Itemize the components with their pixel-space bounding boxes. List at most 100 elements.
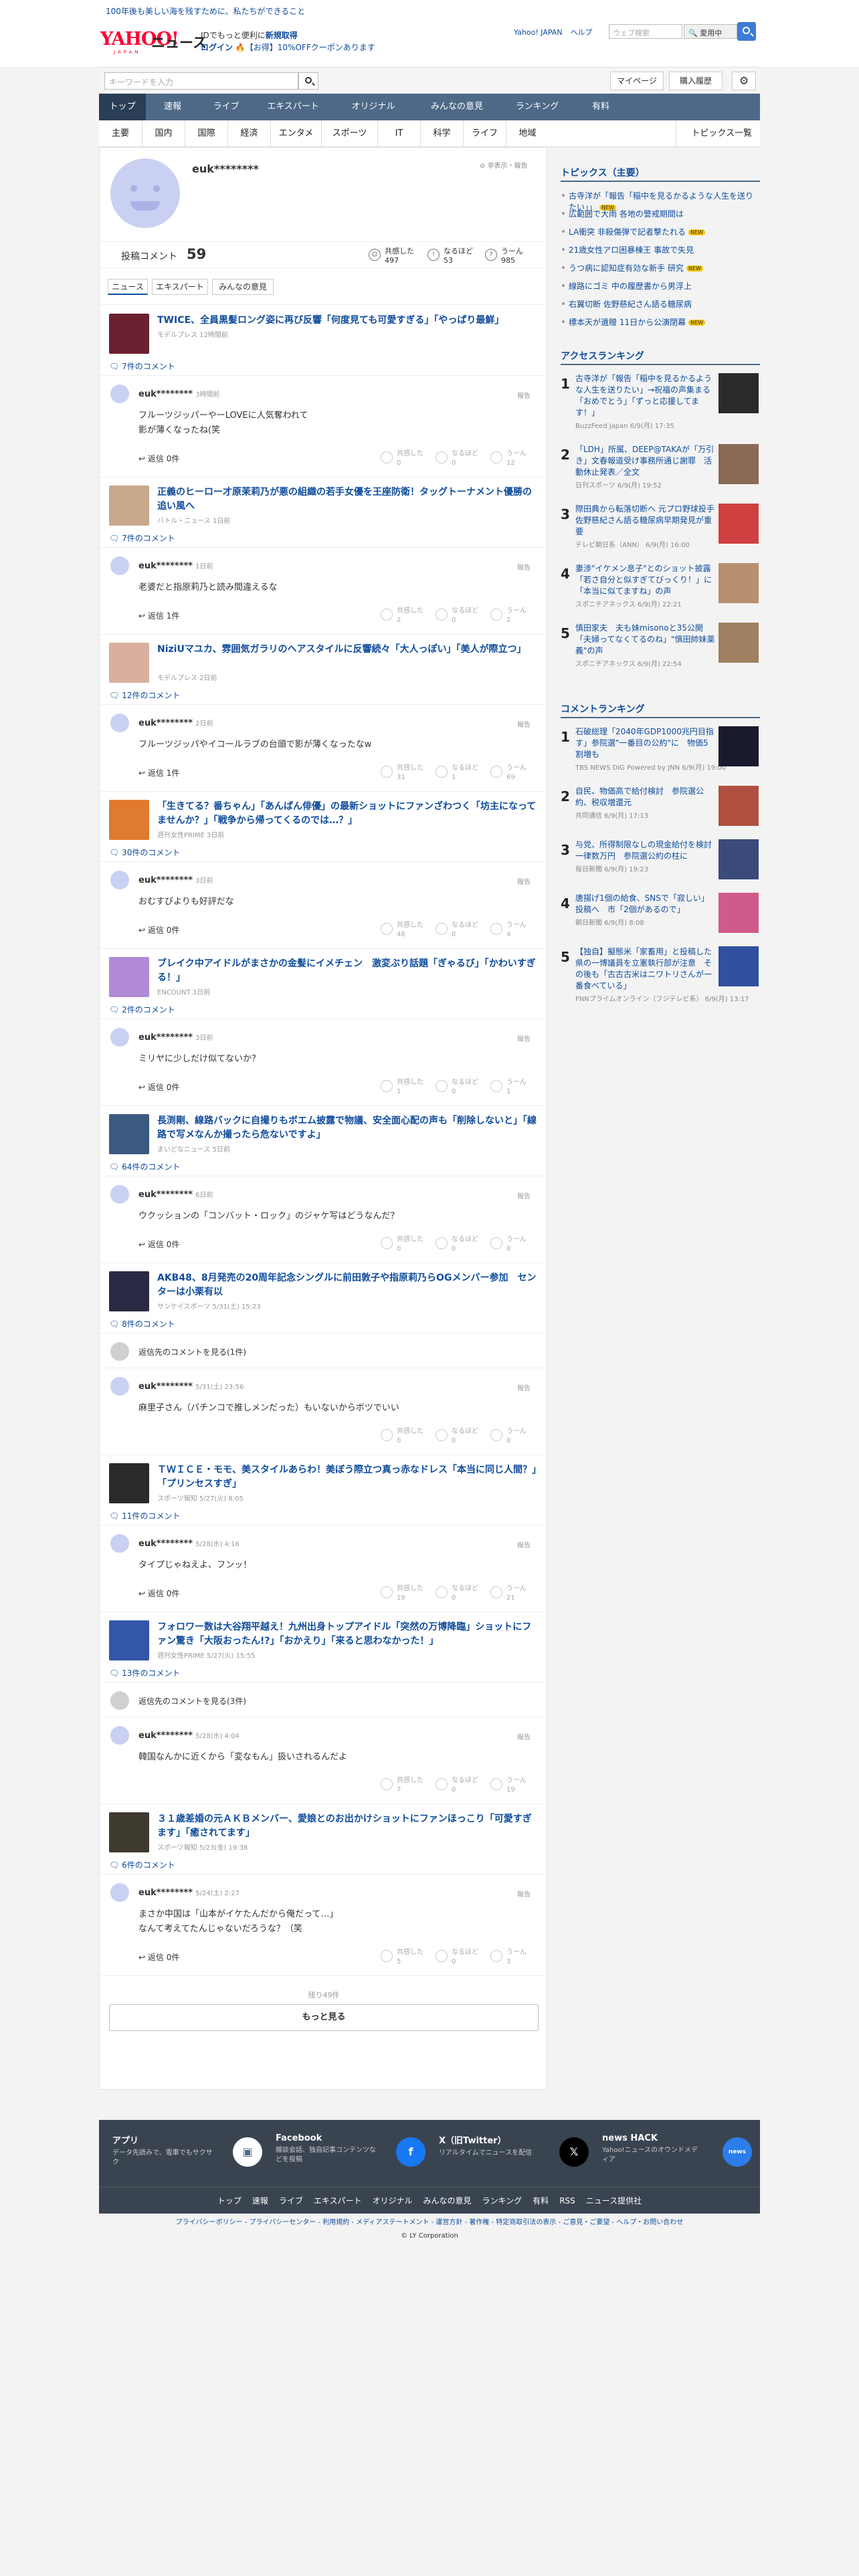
article-thumbnail[interactable] bbox=[109, 643, 149, 683]
login-link[interactable]: ログイン bbox=[201, 43, 233, 52]
cat-life[interactable]: ライフ bbox=[463, 120, 506, 147]
ranking-item[interactable]: 4 妻渉"イケメン息子"とのショット披露「若さ自分と似すぎてびっくり！」に「本当に… bbox=[561, 563, 760, 630]
rank-title[interactable]: 与党、所得制限なしの現金給付を検討 一律数万円 参院選公約の柱に bbox=[575, 839, 720, 862]
cat-science[interactable]: 科学 bbox=[420, 120, 463, 147]
coupon-link[interactable]: 【お得】10%OFFクーポンあります bbox=[246, 43, 375, 52]
topic-item[interactable]: うつ病に認知症有効な新手 研究 NEW bbox=[561, 262, 760, 274]
keyword-search-button[interactable] bbox=[298, 72, 318, 90]
topic-item[interactable]: 右翼切断 佐野慈紀さん語る糖尿病 bbox=[561, 298, 760, 310]
reaction-insight-button[interactable]: なるほど 1 bbox=[436, 762, 489, 783]
cat-it[interactable]: IT bbox=[377, 120, 420, 147]
topic-item[interactable]: LA衝突 非殺傷弾で記者撃たれる NEW bbox=[561, 226, 760, 237]
comment-count-link[interactable]: 🗨 6件のコメント bbox=[109, 1859, 175, 1870]
gnav-original[interactable]: オリジナル bbox=[333, 94, 413, 120]
reaction-agree-button[interactable]: 共感した 0 bbox=[381, 447, 434, 469]
comment-author[interactable]: euk******** 3日前 bbox=[138, 1032, 213, 1043]
article-thumbnail[interactable] bbox=[109, 1463, 149, 1503]
reaction-insight-button[interactable]: なるほど 0 bbox=[436, 1425, 489, 1446]
article-thumbnail[interactable] bbox=[109, 800, 149, 840]
reaction-hmm-button[interactable]: うーん 1 bbox=[490, 1076, 544, 1097]
mypage-button[interactable]: マイページ bbox=[610, 72, 664, 90]
reaction-hmm-button[interactable]: うーん 12 bbox=[490, 447, 544, 469]
rank-thumbnail[interactable] bbox=[719, 839, 759, 879]
gnav-opinion[interactable]: みんなの意見 bbox=[413, 94, 500, 120]
article-title[interactable]: TWICE、全員黒髪ロング姿に再び反響「何度見ても可愛すぎる」「やっぱり最鮮」 bbox=[157, 314, 539, 328]
ranking-item[interactable]: 2 「LDH」所属、DEEP@TAKAが「万引き」文春報道受け事務所通じ謝罪 活動… bbox=[561, 444, 760, 511]
report-link[interactable]: 報告 bbox=[517, 562, 531, 572]
settings-gear-icon[interactable]: ⚙ bbox=[732, 72, 756, 90]
footer-link[interactable]: 有料 bbox=[533, 2196, 549, 2206]
footer-link[interactable]: みんなの意見 bbox=[423, 2196, 472, 2206]
topic-item[interactable]: 21歳女性アロ困暴棟王 事故で失見 bbox=[561, 244, 760, 255]
report-link[interactable]: 報告 bbox=[517, 390, 531, 400]
cat-sports[interactable]: スポーツ bbox=[321, 120, 377, 147]
gnav-ranking[interactable]: ランキング bbox=[500, 94, 574, 120]
rank-thumbnail[interactable] bbox=[719, 893, 759, 933]
cat-economy[interactable]: 経済 bbox=[227, 120, 270, 147]
cat-entertainment[interactable]: エンタメ bbox=[270, 120, 321, 147]
rank-thumbnail[interactable] bbox=[719, 563, 759, 603]
reaction-hmm-button[interactable]: うーん 0 bbox=[490, 1425, 544, 1446]
rank-thumbnail[interactable] bbox=[719, 726, 759, 766]
reaction-agree-button[interactable]: 共感した 7 bbox=[381, 1774, 434, 1796]
reply-button[interactable]: ↩ 返信 1件 bbox=[138, 767, 179, 778]
gnav-live[interactable]: ライブ bbox=[199, 94, 253, 120]
article-thumbnail[interactable] bbox=[109, 486, 149, 526]
rank-title[interactable]: 妻渉"イケメン息子"とのショット披露「若さ自分と似すぎてびっくり！」に「本当に似… bbox=[575, 563, 716, 597]
footer-facebook[interactable]: Facebook 雑談会話、独自記事コンテンツなどを投稿 f bbox=[276, 2133, 436, 2180]
report-link[interactable]: 報告 bbox=[517, 1033, 531, 1043]
article-thumbnail[interactable] bbox=[109, 1620, 149, 1660]
footer-x[interactable]: X（旧Twitter） リアルタイムでニュースを配信 𝕏 bbox=[439, 2133, 599, 2180]
rank-title[interactable]: 石破総理「2040年GDP1000兆円目指す」参院選"一番目の公約"に 物価5割… bbox=[575, 726, 716, 760]
comment-author[interactable]: euk******** 1日前 bbox=[138, 560, 213, 571]
report-link[interactable]: 報告 bbox=[517, 719, 531, 729]
search-button[interactable] bbox=[737, 22, 756, 41]
show-parent-comment-link[interactable]: 返信先のコメントを見る(3件) bbox=[138, 1695, 246, 1707]
footer-newshack[interactable]: news HACK Yahoo!ニュースのオウンドメディア news bbox=[602, 2133, 763, 2180]
rank-thumbnail[interactable] bbox=[719, 504, 759, 544]
comment-author[interactable]: euk******** 5/31(土) 23:56 bbox=[138, 1381, 244, 1392]
topics-list-link[interactable]: トピックス一覧 bbox=[676, 120, 756, 147]
footer-link[interactable]: ニュース提供社 bbox=[586, 2196, 642, 2206]
ranking-item[interactable]: 5 慎田家夫 夫も妹misonoと35公開「夫婦ってなくてるのね」"慎田帥妹薬義"… bbox=[561, 623, 760, 689]
load-more-button[interactable]: もっと見る bbox=[109, 2004, 539, 2031]
campaign-link[interactable]: 100年後も美しい海を残すために、私たちができること bbox=[106, 5, 305, 17]
gnav-expert[interactable]: エキスパート bbox=[253, 94, 333, 120]
reaction-hmm-button[interactable]: うーん 0 bbox=[490, 1233, 544, 1255]
comment-count-link[interactable]: 🗨 13件のコメント bbox=[109, 1667, 180, 1679]
comment-count-link[interactable]: 🗨 8件のコメント bbox=[109, 1318, 175, 1329]
footer-link[interactable]: RSS bbox=[559, 2196, 575, 2206]
rank-thumbnail[interactable] bbox=[719, 373, 759, 413]
comment-count-link[interactable]: 🗨 12件のコメント bbox=[109, 689, 180, 701]
footer-link[interactable]: 速報 bbox=[252, 2196, 268, 2206]
reaction-agree-button[interactable]: 共感した 2 bbox=[381, 605, 434, 626]
cat-domestic[interactable]: 国内 bbox=[142, 120, 185, 147]
comment-author[interactable]: euk******** 3日前 bbox=[138, 875, 213, 885]
reaction-hmm-button[interactable]: うーん 69 bbox=[490, 762, 544, 783]
rank-title[interactable]: 「LDH」所属、DEEP@TAKAが「万引き」文春報道受け事務所通じ謝罪 活動休… bbox=[575, 444, 716, 478]
footer-link[interactable]: ランキング bbox=[482, 2196, 522, 2206]
comment-count-link[interactable]: 🗨 64件のコメント bbox=[109, 1161, 180, 1172]
reaction-hmm-button[interactable]: うーん 19 bbox=[490, 1774, 544, 1796]
report-link[interactable]: 報告 bbox=[517, 876, 531, 886]
web-search-button[interactable]: 🔍 愛用中 bbox=[684, 24, 737, 39]
comment-count-link[interactable]: 🗨 30件のコメント bbox=[109, 847, 180, 858]
ranking-item[interactable]: 1 石破総理「2040年GDP1000兆円目指す」参院選"一番目の公約"に 物価5… bbox=[561, 726, 760, 793]
show-parent-comment-link[interactable]: 返信先のコメントを見る(1件) bbox=[138, 1346, 246, 1358]
article-title[interactable]: 正義のヒーロー才原茉莉乃が悪の組織の若手女優を王座防衛！タッグトーナメント優勝の… bbox=[157, 486, 539, 514]
footer-app[interactable]: アプリ データ先読みで、電車でもサクサク ▣ bbox=[112, 2133, 273, 2180]
report-link[interactable]: 報告 bbox=[517, 1539, 531, 1549]
report-link[interactable]: 報告 bbox=[517, 1731, 531, 1741]
comment-count-link[interactable]: 🗨 2件のコメント bbox=[109, 1004, 175, 1015]
reply-button[interactable]: ↩ 返信 0件 bbox=[138, 1951, 179, 1963]
comment-author[interactable]: euk******** 5/24(土) 2:27 bbox=[138, 1887, 240, 1898]
reaction-insight-button[interactable]: なるほど 0 bbox=[436, 1233, 489, 1255]
article-title[interactable]: 「生きてる？番ちゃん」「あんぱん俳優」の最新ショットにファンざわつく「坊主になっ… bbox=[157, 800, 539, 828]
cat-local[interactable]: 地域 bbox=[506, 120, 549, 147]
report-link[interactable]: 報告 bbox=[517, 1889, 531, 1899]
reaction-insight-button[interactable]: なるほど 0 bbox=[436, 605, 489, 626]
reaction-insight-button[interactable]: なるほど 0 bbox=[436, 1582, 489, 1604]
report-link[interactable]: 報告 bbox=[517, 1382, 531, 1392]
reaction-insight-button[interactable]: なるほど 0 bbox=[436, 447, 489, 469]
reply-button[interactable]: ↩ 返信 0件 bbox=[138, 1588, 179, 1599]
